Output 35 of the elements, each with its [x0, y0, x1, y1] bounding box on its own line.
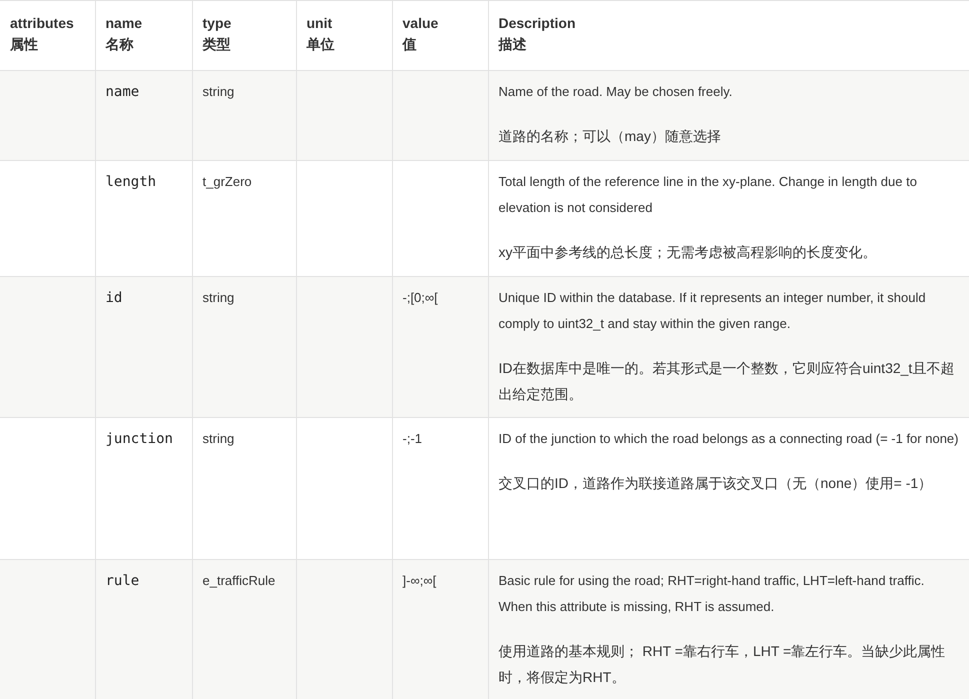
description-translation: 交叉口的ID，道路作为联接道路属于该交叉口（无（none）使用= -1） — [498, 474, 934, 493]
type-cell: string — [202, 84, 234, 99]
attribute-name: id — [106, 290, 122, 306]
type-cell: t_grZero — [202, 174, 252, 189]
description-translation: xy平面中参考线的总长度；无需考虑被高程影响的长度变化。 — [498, 243, 878, 262]
description-text: Basic rule for using the road; RHT=right-hand traffic, LHT=left-hand traffic. When this attribute is missing, RHT is assumed. — [498, 572, 926, 616]
value-range: ]-∞;∞[ — [402, 573, 436, 588]
column-header: value — [402, 14, 440, 33]
column-header: Description — [498, 14, 577, 33]
description-text: Unique ID within the database. If it represents an integer number, it should comply to uint32_t and stay within the given range. — [498, 289, 927, 333]
column-header: 描述 — [498, 35, 528, 54]
description-text: Total length of the reference line in the xy-plane. Change in length due to elevation is not considered — [498, 173, 918, 217]
type-cell: string — [202, 290, 234, 305]
value-range: -;[0;∞[ — [402, 290, 438, 305]
attribute-name: rule — [106, 573, 140, 589]
type-cell: e_trafficRule — [202, 573, 276, 588]
description-translation: 使用道路的基本规则； RHT =靠右行车，LHT =靠左行车。当缺少此属性时，将假定为RHT。 — [498, 642, 946, 687]
column-header: 名称 — [106, 35, 134, 54]
type-cell: string — [202, 431, 234, 446]
description-translation: 道路的名称；可以（may）随意选择 — [498, 127, 722, 146]
column-header: 值 — [402, 35, 418, 54]
column-header: type — [202, 14, 232, 33]
description-translation: ID在数据库中是唯一的。若其形式是一个整数，它则应符合uint32_t且不超出给定范围。 — [498, 359, 956, 404]
attribute-name: length — [106, 174, 156, 190]
column-header: 单位 — [306, 35, 336, 54]
column-header: attributes — [10, 14, 75, 33]
attribute-name: name — [106, 84, 140, 100]
description-text: ID of the junction to which the road belongs as a connecting road (= -1 for none) — [498, 430, 959, 448]
description-text: Name of the road. May be chosen freely. — [498, 83, 734, 101]
column-header: 类型 — [202, 35, 232, 54]
column-header: unit — [306, 14, 334, 33]
value-range: -;-1 — [402, 431, 422, 446]
column-header: 属性 — [10, 35, 39, 54]
column-header: name — [106, 14, 144, 33]
attribute-name: junction — [106, 431, 173, 447]
